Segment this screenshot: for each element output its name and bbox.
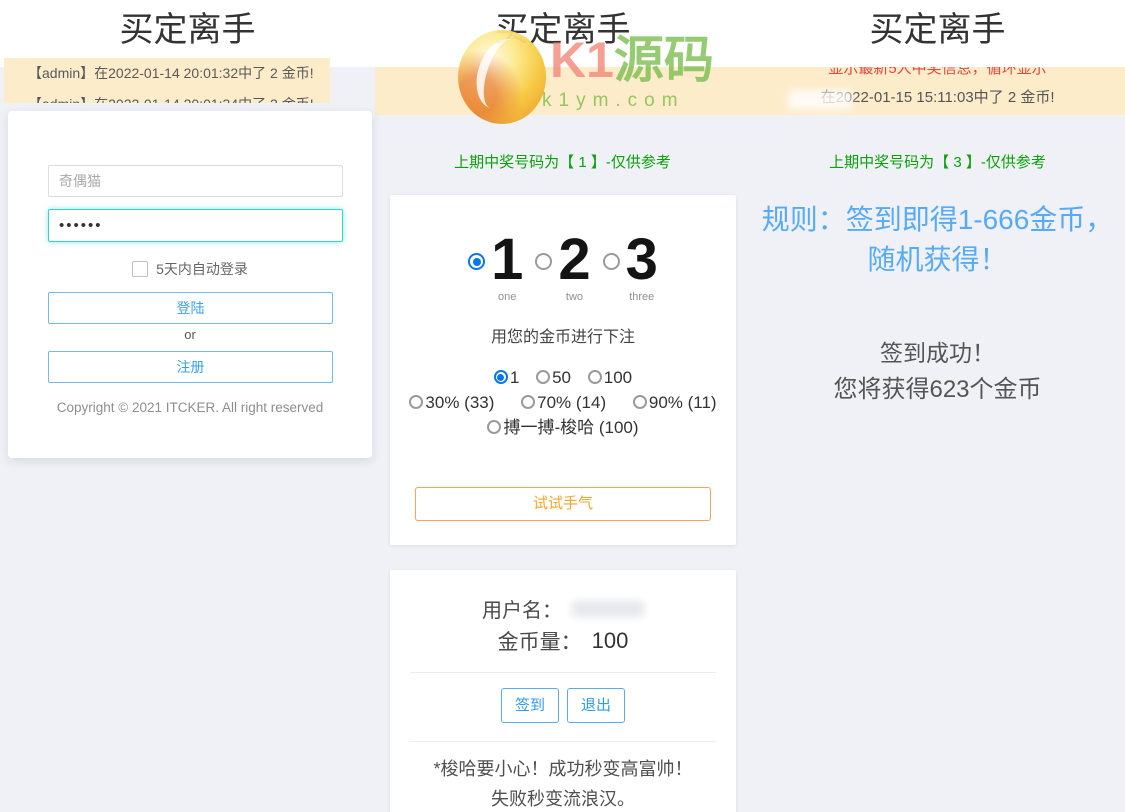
- divider: [410, 741, 716, 742]
- signin-result: 签到成功！ 您将获得623个金币: [750, 338, 1125, 405]
- radio-icon[interactable]: [602, 253, 620, 270]
- radio-icon: [632, 395, 647, 409]
- password-input[interactable]: [48, 209, 343, 242]
- radio-icon: [493, 370, 508, 384]
- copyright-text: Copyright © 2021 ITCKER. All right reser…: [56, 400, 324, 415]
- marquee-line: 【admin】在2022-01-14 20:01:34中了 2 金币!: [4, 95, 330, 103]
- auto-login-checkbox[interactable]: [132, 261, 149, 277]
- bet-amount-label: 70% (14): [537, 393, 607, 412]
- bet-amount-row1: 1 50 100: [390, 367, 736, 389]
- warning-line1: *梭哈要小心！成功秒变高富帅！: [433, 759, 693, 779]
- user-actions: 签到 退出: [390, 688, 736, 723]
- radio-icon: [487, 420, 502, 434]
- divider: [410, 672, 716, 673]
- signin-reward-text: 您将获得623个金币: [833, 376, 1042, 403]
- bet-amount-option-1[interactable]: 1: [493, 368, 520, 387]
- radio-icon: [409, 395, 424, 409]
- number-value: 2: [558, 227, 591, 292]
- rules-line2: 随机获得！: [867, 244, 1008, 275]
- radio-icon: [521, 395, 536, 409]
- number-option-1[interactable]: 1 one: [468, 231, 523, 303]
- radio-icon[interactable]: [535, 253, 553, 270]
- bet-amount-row2: 30% (33) 70% (14) 90% (11): [390, 392, 736, 414]
- redacted-username-blur: [572, 600, 644, 617]
- bet-amount-row3: 搏一搏-梭哈 (100): [390, 417, 736, 439]
- signin-success-text: 签到成功！: [880, 340, 995, 366]
- rules-line1: 规则：签到即得1-666金币，: [761, 204, 1114, 235]
- marquee-notice: 显示最新5人中奖信息，循环显示: [828, 67, 1047, 77]
- winners-marquee-left: 【admin】在2022-01-14 20:01:32中了 2 金币! 【adm…: [4, 58, 330, 103]
- redacted-username-blur: [788, 90, 852, 109]
- bet-amount-option-30pct[interactable]: 30% (33): [409, 393, 494, 412]
- bet-amount-option-50[interactable]: 50: [536, 368, 571, 387]
- coins-row: 金币量： 100: [390, 626, 736, 656]
- bet-amount-label: 30% (33): [425, 393, 495, 412]
- login-button[interactable]: 登陆: [48, 292, 333, 324]
- page: 买定离手 买定离手 买定离手 【admin】在2022-01-14 20:01:…: [0, 0, 1125, 812]
- number-option-2[interactable]: 2 two: [535, 227, 591, 303]
- bet-amount-label: 90% (11): [648, 393, 717, 412]
- auto-login-label: 5天内自动登录: [156, 261, 248, 277]
- number-label: three: [629, 291, 655, 303]
- number-value: 1: [491, 227, 524, 292]
- bet-amount-option-100[interactable]: 100: [587, 368, 633, 387]
- marquee-line: 【admin】在2022-01-14 20:01:32中了 2 金币!: [28, 65, 314, 81]
- winners-marquee-right: 显示最新5人中奖信息，循环显示 在2022-01-15 15:11:03中了 2…: [750, 67, 1125, 115]
- last-number-right: 上期中奖号码为【 3 】-仅供参考: [829, 154, 1046, 171]
- username-label: 用户名：: [482, 600, 562, 622]
- or-separator: or: [184, 327, 196, 342]
- radio-icon: [536, 370, 551, 384]
- bet-card: 1 one 2 two 3 three 用您的金币进行下注 1 50 100 3…: [390, 195, 736, 545]
- logout-button[interactable]: 退出: [567, 688, 625, 723]
- page-title-right: 买定离手: [869, 11, 1006, 49]
- bet-amount-option-90pct[interactable]: 90% (11): [632, 393, 717, 412]
- warning-line2: 失败秒变流浪汉。: [491, 789, 635, 809]
- user-card: 用户名： 金币量： 100 签到 退出 *梭哈要小心！成功秒变高富帅！ 失败秒变…: [390, 570, 736, 812]
- radio-icon: [587, 370, 602, 384]
- number-option-3[interactable]: 3 three: [602, 227, 658, 303]
- remember-row: 5天内自动登录: [8, 259, 372, 279]
- bet-amount-label: 搏一搏-梭哈 (100): [503, 418, 639, 437]
- bet-amount-label: 1: [509, 368, 520, 387]
- sign-in-button[interactable]: 签到: [501, 688, 559, 723]
- radio-icon[interactable]: [468, 253, 486, 270]
- number-label: one: [498, 291, 517, 303]
- coins-value: 100: [591, 628, 629, 653]
- page-title-middle: 买定离手: [494, 11, 631, 49]
- bet-amount-option-70pct[interactable]: 70% (14): [521, 393, 606, 412]
- bet-amount-label: 50: [552, 368, 571, 387]
- winners-marquee-middle: [375, 67, 750, 115]
- try-luck-button[interactable]: 试试手气: [415, 487, 711, 521]
- last-number-middle: 上期中奖号码为【 1 】-仅供参考: [454, 154, 671, 171]
- number-label: two: [565, 291, 584, 303]
- register-button[interactable]: 注册: [48, 351, 333, 383]
- rules-text: 规则：签到即得1-666金币， 随机获得！: [750, 200, 1125, 280]
- login-card: 5天内自动登录 登陆 or 注册 Copyright © 2021 ITCKER…: [8, 111, 372, 458]
- bet-hint: 用您的金币进行下注: [490, 329, 635, 346]
- page-title-left: 买定离手: [119, 11, 256, 49]
- coins-label: 金币量：: [497, 631, 582, 654]
- bet-amount-label: 100: [603, 368, 633, 387]
- username-row: 用户名：: [390, 594, 736, 623]
- username-input[interactable]: [48, 165, 343, 197]
- number-options: 1 one 2 two 3 three: [390, 231, 736, 303]
- number-value: 3: [625, 227, 658, 292]
- bet-amount-option-allin[interactable]: 搏一搏-梭哈 (100): [487, 418, 639, 437]
